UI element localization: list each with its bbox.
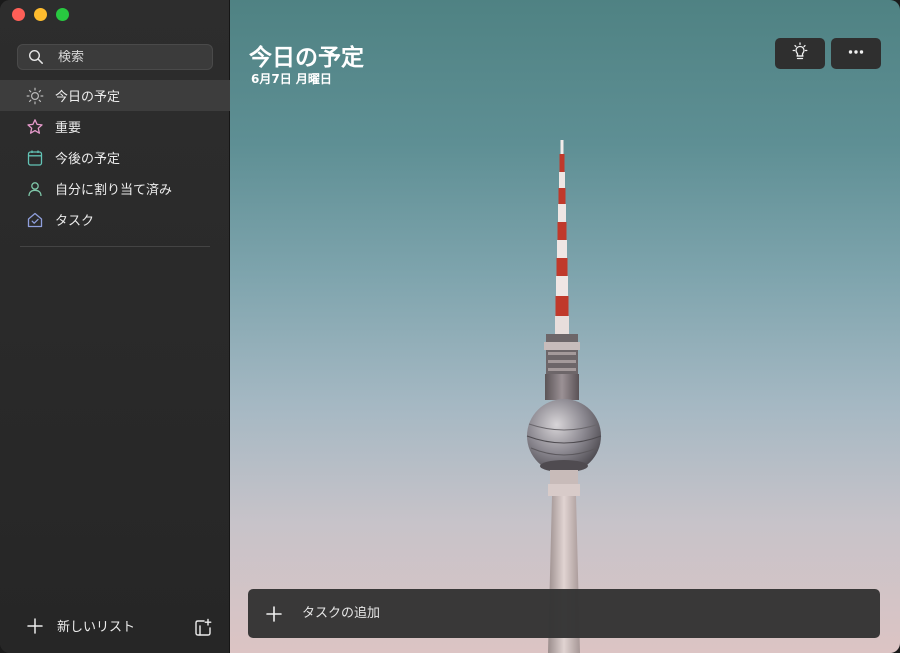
main-panel: 今日の予定 6月7日 月曜日 [230,0,900,653]
new-group-icon [193,618,213,638]
plus-icon [266,605,282,622]
add-task-bar[interactable] [248,589,880,638]
search-box[interactable] [17,44,213,70]
more-options-button[interactable] [831,38,881,69]
star-icon [26,118,44,136]
maximize-window-button[interactable] [56,8,69,21]
page-date: 6月7日 月曜日 [251,72,332,86]
new-group-button[interactable] [193,618,213,638]
calendar-icon [26,149,44,167]
add-task-input[interactable] [302,606,862,621]
window-controls [12,8,69,21]
suggestions-button[interactable] [775,38,825,69]
search-input[interactable] [58,49,208,65]
sidebar-divider [20,246,210,247]
app-window: 今日の予定 重要 今後の予定 自分に割り当て済み [0,0,900,653]
search-icon [28,49,44,65]
sidebar-item-important[interactable]: 重要 [0,111,230,142]
tv-tower-photo [526,140,602,653]
sidebar-item-label: 今後の予定 [55,152,121,167]
new-list-label: 新しいリスト [57,620,136,635]
ellipsis-icon [846,42,866,66]
sidebar-nav: 今日の予定 重要 今後の予定 自分に割り当て済み タスク [0,80,230,235]
sidebar-item-planned[interactable]: 今後の予定 [0,142,230,173]
close-window-button[interactable] [12,8,25,21]
person-icon [26,180,44,198]
sidebar-item-label: タスク [55,214,95,229]
sidebar-item-label: 重要 [55,121,82,136]
new-list-button[interactable]: 新しいリスト [26,616,135,635]
lightbulb-icon [790,41,810,66]
sidebar-item-assigned[interactable]: 自分に割り当て済み [0,173,230,204]
sidebar-item-label: 今日の予定 [55,90,121,105]
sidebar: 今日の予定 重要 今後の予定 自分に割り当て済み [0,0,230,653]
sidebar-item-tasks[interactable]: タスク [0,204,230,235]
sidebar-item-label: 自分に割り当て済み [55,183,173,198]
minimize-window-button[interactable] [34,8,47,21]
page-title: 今日の予定 [249,45,364,71]
plus-icon [26,617,44,635]
home-check-icon [26,211,44,229]
sidebar-item-my-day[interactable]: 今日の予定 [0,80,230,111]
sun-icon [26,87,44,105]
